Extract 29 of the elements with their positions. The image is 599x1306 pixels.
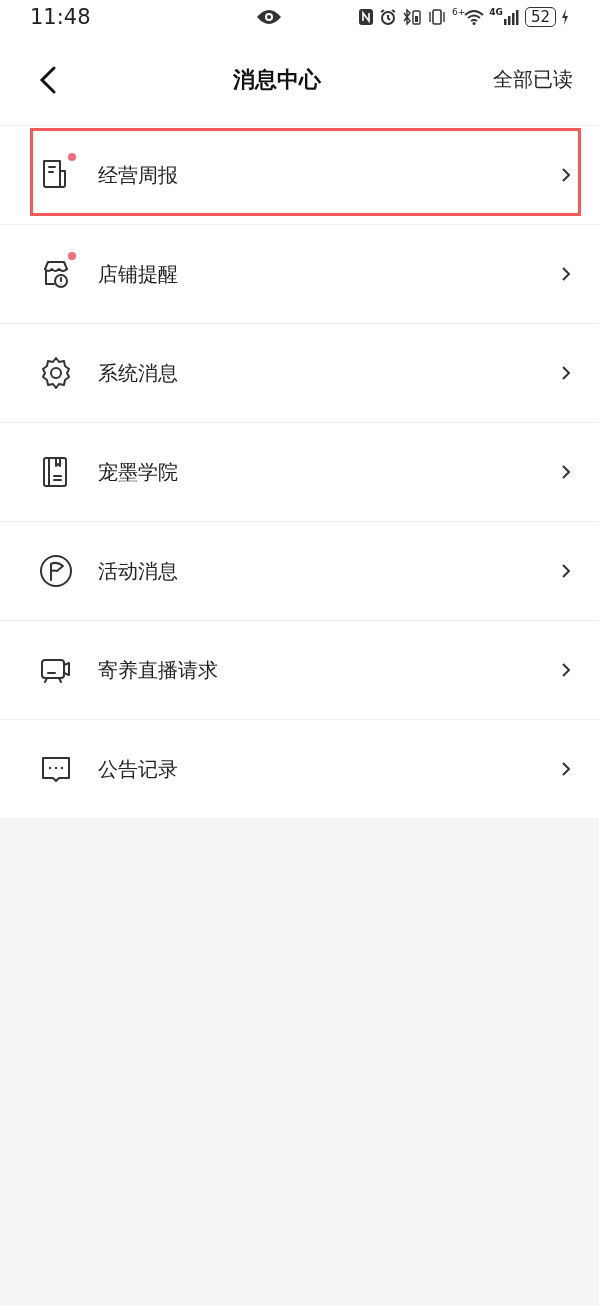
eye-icon (256, 9, 282, 25)
mark-all-read-button[interactable]: 全部已读 (493, 66, 573, 93)
chevron-right-icon (561, 563, 571, 579)
charging-icon (561, 9, 569, 25)
wifi-standard-label: 6+ (451, 7, 466, 17)
message-category-item[interactable]: 店铺提醒 (0, 225, 599, 324)
message-category-item[interactable]: 经营周报 (0, 126, 599, 225)
bluetooth-battery-icon (401, 8, 422, 26)
message-category-item[interactable]: 系统消息 (0, 324, 599, 423)
alarm-icon (378, 8, 397, 26)
message-category-item[interactable]: 公告记录 (0, 720, 599, 818)
flag-icon (38, 553, 74, 589)
chevron-right-icon (561, 464, 571, 480)
chevron-right-icon (561, 761, 571, 777)
message-category-item[interactable]: 宠墨学院 (0, 423, 599, 522)
network-label: 4G (489, 7, 503, 17)
battery-level: 52 (524, 7, 556, 27)
nfc-icon (357, 8, 374, 26)
clock: 11:48 (30, 5, 92, 29)
signal-icon (503, 9, 520, 25)
page-title: 消息中心 (231, 65, 322, 94)
chevron-right-icon (561, 167, 571, 183)
message-category-item[interactable]: 活动消息 (0, 522, 599, 621)
vibrate-icon (426, 8, 447, 26)
message-category-item[interactable]: 寄养直播请求 (0, 621, 599, 720)
chevron-right-icon (561, 662, 571, 678)
chevron-right-icon (561, 365, 571, 381)
chevron-right-icon (561, 266, 571, 282)
wifi-icon (464, 9, 485, 25)
